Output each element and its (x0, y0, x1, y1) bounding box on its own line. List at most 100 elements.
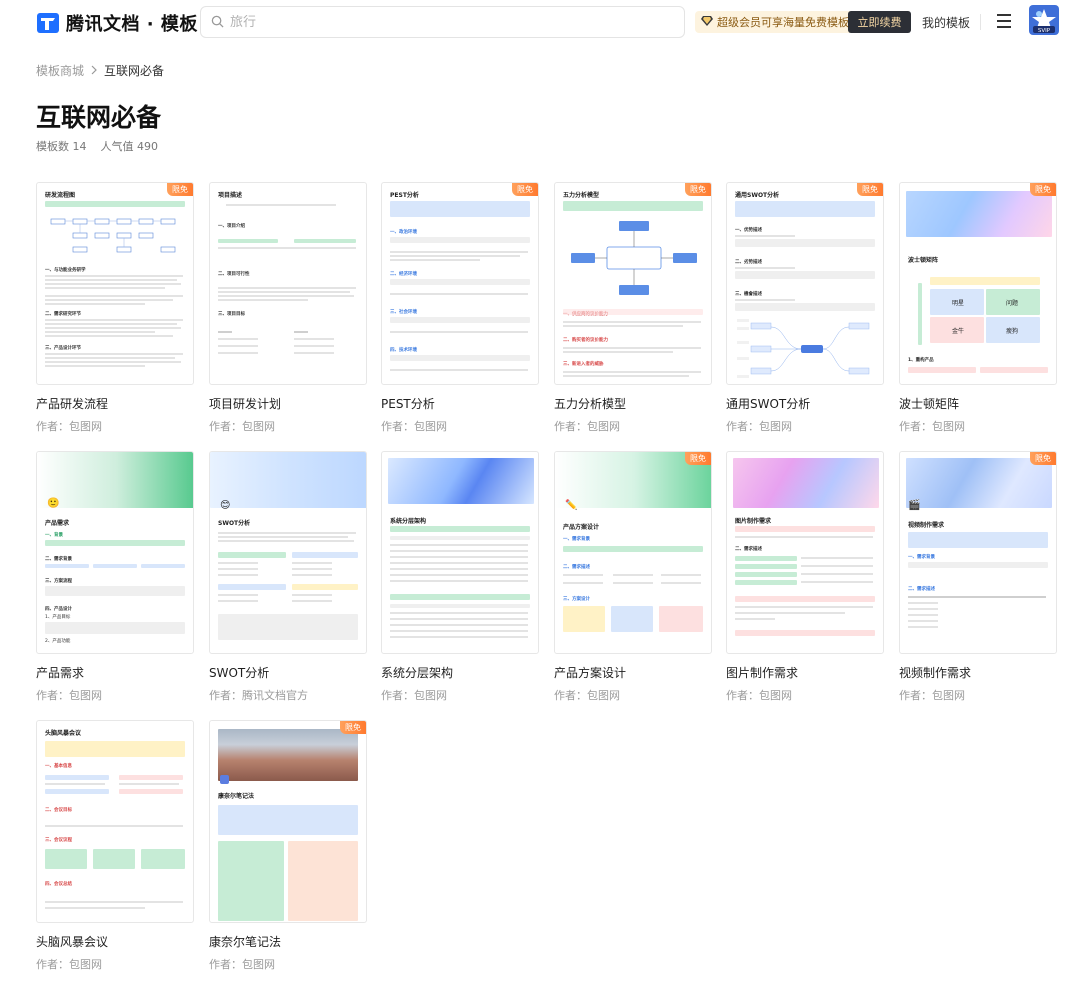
avatar-svip-label: SVIP (1038, 28, 1051, 34)
tencent-docs-logo-icon (36, 11, 60, 35)
template-thumbnail[interactable]: 五力分析模型 一、供应商的议价能力 二、购买者的议价能力 三、新进入者的威胁 限… (554, 182, 712, 385)
vip-promo-banner[interactable]: 超级会员可享海量免费模板 (695, 11, 855, 33)
template-card[interactable]: 系统分层架构 系统分层架构 作者：包图网 (381, 451, 539, 703)
template-card[interactable]: 图片制作需求 二、需求描述 图片制作需求 作者：包图网 (726, 451, 884, 703)
card-author: 作者：包图网 (381, 689, 447, 702)
card-title[interactable]: 波士顿矩阵 (899, 395, 1057, 412)
template-thumbnail[interactable]: 系统分层架构 (381, 451, 539, 654)
header-divider (980, 14, 981, 30)
template-card[interactable]: 研发流程图 一、与功能业务研学 二、需求研究环节 三、产品设计环节 限免 产品研… (36, 182, 194, 434)
search-box[interactable] (200, 6, 685, 38)
template-card[interactable]: 通用SWOT分析 一、优势描述 二、劣势描述 三、機會描述 限免 通用SWOT分… (726, 182, 884, 434)
card-title[interactable]: 头脑风暴会议 (36, 933, 194, 950)
template-card[interactable]: 康奈尔笔记法 限免 康奈尔笔记法 作者：包图网 (209, 720, 367, 972)
card-author: 作者：包图网 (209, 420, 275, 433)
template-thumbnail[interactable]: 😊 SWOT分析 (209, 451, 367, 654)
boston-q4: 瘦狗 (1006, 328, 1019, 335)
template-thumbnail[interactable]: 波士顿矩阵 明星 问题 金牛 瘦狗 1、重构产品 限免 (899, 182, 1057, 385)
card-title[interactable]: 产品需求 (36, 664, 194, 681)
card-title[interactable]: 五力分析模型 (554, 395, 712, 412)
pencil-icon: ✏️ (565, 500, 578, 511)
boston-q3: 金牛 (952, 328, 965, 335)
card-author: 作者：包图网 (554, 420, 620, 433)
page-title: 互联网必备 (36, 103, 162, 132)
popularity: 人气值 490 (100, 140, 159, 153)
card-author: 作者：包图网 (36, 420, 102, 433)
card-author: 作者：腾讯文档官方 (209, 689, 308, 702)
thumb-title: 产品方案设计 (563, 524, 600, 531)
thumb-title: 波士顿矩阵 (908, 257, 939, 264)
card-author: 作者：包图网 (899, 420, 965, 433)
free-badge: 限免 (685, 183, 711, 196)
free-badge: 限免 (857, 183, 883, 196)
card-title[interactable]: 图片制作需求 (726, 664, 884, 681)
template-thumbnail[interactable]: 🙂 产品需求 一、背景 二、需求背景 三、方案流程 四、产品设计 1、产品目标 2… (36, 451, 194, 654)
thumb-title: 头脑风暴会议 (45, 730, 82, 737)
chevron-right-icon (90, 64, 98, 78)
template-thumbnail[interactable]: 🎬 视频制作需求 一、需求背景 二、需求描述 限免 (899, 451, 1057, 654)
search-icon (211, 13, 224, 32)
card-title[interactable]: SWOT分析 (209, 664, 367, 681)
template-thumbnail[interactable]: ✏️ 产品方案设计 一、需求背景 二、需求描述 三、方案设计 限免 (554, 451, 712, 654)
thumb-title: PEST分析 (390, 192, 419, 199)
thumb-title: 研发流程图 (45, 192, 76, 199)
renew-button[interactable]: 立即续费 (848, 11, 911, 33)
search-input[interactable] (230, 14, 660, 30)
card-author: 作者：包图网 (899, 689, 965, 702)
logo[interactable]: 腾讯文档 · 模板 (36, 10, 198, 36)
my-templates-link[interactable]: 我的模板 (922, 14, 970, 31)
thumb-title: 五力分析模型 (563, 192, 600, 199)
card-author: 作者：包图网 (36, 689, 102, 702)
clapperboard-icon: 🎬 (908, 500, 921, 511)
diamond-icon (701, 15, 713, 29)
menu-icon[interactable] (997, 14, 1011, 28)
card-title[interactable]: 通用SWOT分析 (726, 395, 884, 412)
thumb-title: 系统分层架构 (390, 518, 427, 525)
template-card[interactable]: 🙂 产品需求 一、背景 二、需求背景 三、方案流程 四、产品设计 1、产品目标 2… (36, 451, 194, 703)
template-card[interactable]: ✏️ 产品方案设计 一、需求背景 二、需求描述 三、方案设计 限免 产品方案设计… (554, 451, 712, 703)
template-thumbnail[interactable]: 图片制作需求 二、需求描述 (726, 451, 884, 654)
card-author: 作者：包图网 (726, 420, 792, 433)
top-header: 腾讯文档 · 模板 超级会员可享海量免费模板 立即续费 我的模板 SVIP (0, 0, 1080, 44)
card-author: 作者：包图网 (726, 689, 792, 702)
breadcrumb: 模板商城 互联网必备 (36, 62, 164, 79)
template-thumbnail[interactable]: 头脑风暴会议 一、基本信息 二、会议目标 三、会议议程 四、会议总结 (36, 720, 194, 923)
thumb-title: SWOT分析 (218, 520, 251, 527)
template-card[interactable]: 头脑风暴会议 一、基本信息 二、会议目标 三、会议议程 四、会议总结 头脑风暴会… (36, 720, 194, 972)
template-thumbnail[interactable]: 研发流程图 一、与功能业务研学 二、需求研究环节 三、产品设计环节 限免 (36, 182, 194, 385)
template-thumbnail[interactable]: 项目描述 一、项目介绍 二、项目可行性 三、项目目标 (209, 182, 367, 385)
template-card[interactable]: 🎬 视频制作需求 一、需求背景 二、需求描述 限免 视频制作需求 作者：包图网 (899, 451, 1057, 703)
template-thumbnail[interactable]: PEST分析 一、政治环境 二、经济环境 三、社会环境 四、技术环境 限免 (381, 182, 539, 385)
card-title[interactable]: 产品研发流程 (36, 395, 194, 412)
card-author: 作者：包图网 (209, 958, 275, 971)
thumb-title: 康奈尔笔记法 (218, 793, 255, 800)
template-card[interactable]: 项目描述 一、项目介绍 二、项目可行性 三、项目目标 项目研发计划 作者：包图网 (209, 182, 367, 434)
notebook-icon (220, 775, 229, 784)
free-badge: 限免 (512, 183, 538, 196)
avatar[interactable]: SVIP (1029, 5, 1059, 35)
thumb-title: 图片制作需求 (735, 518, 772, 525)
logo-text: 腾讯文档 · 模板 (66, 14, 198, 35)
card-title[interactable]: PEST分析 (381, 395, 539, 412)
free-badge: 限免 (685, 452, 711, 465)
template-card[interactable]: 五力分析模型 一、供应商的议价能力 二、购买者的议价能力 三、新进入者的威胁 限… (554, 182, 712, 434)
free-badge: 限免 (1030, 183, 1056, 196)
card-title[interactable]: 项目研发计划 (209, 395, 367, 412)
thumb-title: 项目描述 (218, 192, 243, 199)
template-card[interactable]: PEST分析 一、政治环境 二、经济环境 三、社会环境 四、技术环境 限免 PE… (381, 182, 539, 434)
card-title[interactable]: 视频制作需求 (899, 664, 1057, 681)
free-badge: 限免 (167, 183, 193, 196)
free-badge: 限免 (1030, 452, 1056, 465)
card-title[interactable]: 系统分层架构 (381, 664, 539, 681)
template-thumbnail[interactable]: 通用SWOT分析 一、优势描述 二、劣势描述 三、機會描述 限免 (726, 182, 884, 385)
vip-promo-text: 超级会员可享海量免费模板 (717, 16, 849, 29)
thumb-title: 通用SWOT分析 (735, 192, 780, 199)
card-title[interactable]: 康奈尔笔记法 (209, 933, 367, 950)
card-title[interactable]: 产品方案设计 (554, 664, 712, 681)
template-card[interactable]: 波士顿矩阵 明星 问题 金牛 瘦狗 1、重构产品 限免 波士顿矩阵 作者：包图网 (899, 182, 1057, 434)
card-author: 作者：包图网 (36, 958, 102, 971)
breadcrumb-root[interactable]: 模板商城 (36, 62, 84, 79)
template-count: 模板数 14 (36, 140, 87, 153)
template-card[interactable]: 😊 SWOT分析 SWOT分析 作者：腾讯文档官方 (209, 451, 367, 703)
template-thumbnail[interactable]: 康奈尔笔记法 限免 (209, 720, 367, 923)
